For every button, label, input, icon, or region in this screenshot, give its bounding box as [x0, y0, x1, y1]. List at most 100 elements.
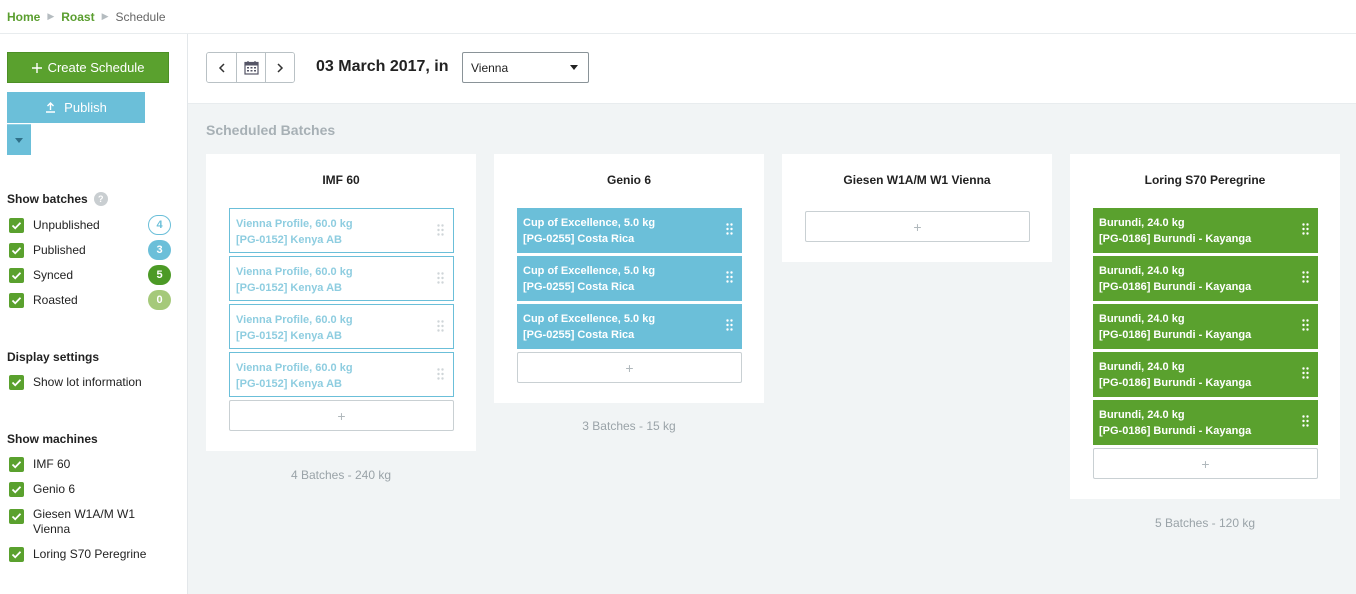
plus-icon: + [1201, 455, 1210, 472]
checkbox-checked-icon[interactable] [9, 374, 24, 390]
checkbox-checked-icon[interactable] [9, 456, 24, 472]
drag-handle-icon[interactable] [726, 271, 733, 283]
help-icon[interactable]: ? [93, 192, 108, 206]
drag-handle-icon[interactable] [1302, 223, 1309, 235]
breadcrumb-separator-icon: ▶ [47, 11, 55, 21]
breadcrumb-roast[interactable]: Roast [61, 10, 94, 24]
chevron-right-icon [277, 62, 284, 73]
drag-handle-icon[interactable] [726, 223, 733, 235]
batch-card[interactable]: Vienna Profile, 60.0 kg [PG-0152] Kenya … [229, 208, 454, 253]
filter-synced[interactable]: Synced 5 [9, 265, 171, 285]
batch-card[interactable]: Cup of Excellence, 5.0 kg [PG-0255] Cost… [517, 208, 742, 253]
drag-handle-icon[interactable] [1302, 271, 1309, 283]
filter-label: Published [33, 242, 86, 257]
machine-summary: 4 Batches - 240 kg [290, 468, 392, 482]
show-lot-label: Show lot information [33, 374, 142, 389]
batch-lot: [PG-0186] Burundi - Kayanga [1099, 425, 1252, 437]
batch-profile: Burundi, 24.0 kg [1099, 361, 1185, 373]
publish-dropdown-button[interactable] [7, 124, 31, 155]
checkbox-checked-icon[interactable] [9, 217, 24, 233]
drag-handle-icon[interactable] [437, 368, 444, 380]
checkbox-checked-icon[interactable] [9, 292, 24, 308]
drag-handle-icon[interactable] [1302, 415, 1309, 427]
checkbox-checked-icon[interactable] [9, 509, 24, 524]
batch-card[interactable]: Vienna Profile, 60.0 kg [PG-0152] Kenya … [229, 304, 454, 349]
section-title: Scheduled Batches [206, 122, 336, 138]
batch-card[interactable]: Burundi, 24.0 kg [PG-0186] Burundi - Kay… [1093, 400, 1318, 445]
create-schedule-button[interactable]: Create Schedule [7, 52, 169, 83]
add-batch-button[interactable]: + [229, 400, 454, 431]
previous-day-button[interactable] [207, 53, 236, 82]
drag-handle-icon[interactable] [437, 224, 444, 236]
breadcrumb: Home ▶ Roast ▶ Schedule [0, 0, 1356, 34]
show-machines-heading-label: Show machines [7, 432, 98, 446]
batch-lot: [PG-0186] Burundi - Kayanga [1099, 329, 1252, 341]
add-batch-button[interactable]: + [517, 352, 742, 383]
batch-profile: Burundi, 24.0 kg [1099, 217, 1185, 229]
filter-roasted[interactable]: Roasted 0 [9, 290, 171, 310]
filter-published[interactable]: Published 3 [9, 240, 171, 260]
batch-card[interactable]: Vienna Profile, 60.0 kg [PG-0152] Kenya … [229, 256, 454, 301]
batch-profile: Vienna Profile, 60.0 kg [236, 266, 353, 278]
add-batch-button[interactable]: + [1093, 448, 1318, 479]
machine-filter-genio-6[interactable]: Genio 6 [9, 479, 171, 499]
batch-lot: [PG-0152] Kenya AB [236, 282, 342, 294]
show-batches-heading-label: Show batches [7, 192, 88, 206]
machine-title: Giesen W1A/M W1 Vienna [843, 173, 991, 187]
checkbox-checked-icon[interactable] [9, 242, 24, 258]
machine-filter-imf-60[interactable]: IMF 60 [9, 454, 171, 474]
upload-icon [46, 102, 56, 113]
batch-card[interactable]: Burundi, 24.0 kg [PG-0186] Burundi - Kay… [1093, 352, 1318, 397]
batch-profile: Burundi, 24.0 kg [1099, 313, 1185, 325]
add-batch-button[interactable]: + [805, 211, 1030, 242]
publish-button[interactable]: Publish [7, 92, 145, 123]
batch-lot: [PG-0152] Kenya AB [236, 330, 342, 342]
schedule-date-title: 03 March 2017, in [316, 58, 449, 75]
machine-filter-giesen[interactable]: Giesen W1A/M W1 Vienna [9, 507, 149, 541]
batch-profile: Cup of Excellence, 5.0 kg [523, 265, 656, 277]
publish-label: Publish [64, 100, 107, 115]
chevron-left-icon [218, 62, 225, 73]
checkbox-checked-icon[interactable] [9, 267, 24, 283]
display-settings-heading-label: Display settings [7, 350, 100, 364]
drag-handle-icon[interactable] [437, 272, 444, 284]
batch-lot: [PG-0152] Kenya AB [236, 378, 342, 390]
scheduled-batches-area: Scheduled Batches IMF 60 Vienna Profile,… [188, 104, 1356, 594]
create-schedule-label: Create Schedule [47, 60, 145, 75]
machine-title: IMF 60 [322, 173, 360, 187]
breadcrumb-separator-icon: ▶ [101, 11, 109, 21]
plus-icon [31, 62, 42, 73]
batch-card[interactable]: Burundi, 24.0 kg [PG-0186] Burundi - Kay… [1093, 304, 1318, 349]
show-batches-heading: Show batches ? [7, 192, 108, 206]
location-select[interactable]: Vienna [462, 52, 589, 83]
drag-handle-icon[interactable] [1302, 319, 1309, 331]
batch-card[interactable]: Burundi, 24.0 kg [PG-0186] Burundi - Kay… [1093, 256, 1318, 301]
batch-card[interactable]: Vienna Profile, 60.0 kg [PG-0152] Kenya … [229, 352, 454, 397]
drag-handle-icon[interactable] [1302, 367, 1309, 379]
batch-profile: Burundi, 24.0 kg [1099, 265, 1185, 277]
filter-label: Roasted [33, 292, 78, 307]
drag-handle-icon[interactable] [437, 320, 444, 332]
plus-icon: + [625, 359, 634, 376]
batch-card[interactable]: Cup of Excellence, 5.0 kg [PG-0255] Cost… [517, 304, 742, 349]
checkbox-checked-icon[interactable] [9, 481, 24, 497]
machine-summary: 5 Batches - 120 kg [1154, 516, 1256, 530]
calendar-button[interactable] [236, 53, 265, 82]
batch-card[interactable]: Burundi, 24.0 kg [PG-0186] Burundi - Kay… [1093, 208, 1318, 253]
display-settings-heading: Display settings [7, 350, 99, 364]
filter-unpublished[interactable]: Unpublished 4 [9, 215, 171, 235]
batch-lot: [PG-0255] Costa Rica [523, 233, 635, 245]
next-day-button[interactable] [265, 53, 294, 82]
batch-lot: [PG-0186] Burundi - Kayanga [1099, 233, 1252, 245]
machine-filter-loring[interactable]: Loring S70 Peregrine [9, 544, 171, 564]
checkbox-checked-icon[interactable] [9, 546, 24, 562]
drag-handle-icon[interactable] [726, 319, 733, 331]
count-badge: 4 [148, 215, 171, 235]
batch-card[interactable]: Cup of Excellence, 5.0 kg [PG-0255] Cost… [517, 256, 742, 301]
schedule-toolbar: 03 March 2017, in Vienna [188, 34, 1356, 104]
chevron-down-icon [570, 65, 578, 70]
show-lot-information[interactable]: Show lot information [9, 372, 171, 392]
breadcrumb-home[interactable]: Home [7, 10, 40, 24]
count-badge: 0 [148, 290, 171, 310]
batch-profile: Cup of Excellence, 5.0 kg [523, 217, 656, 229]
